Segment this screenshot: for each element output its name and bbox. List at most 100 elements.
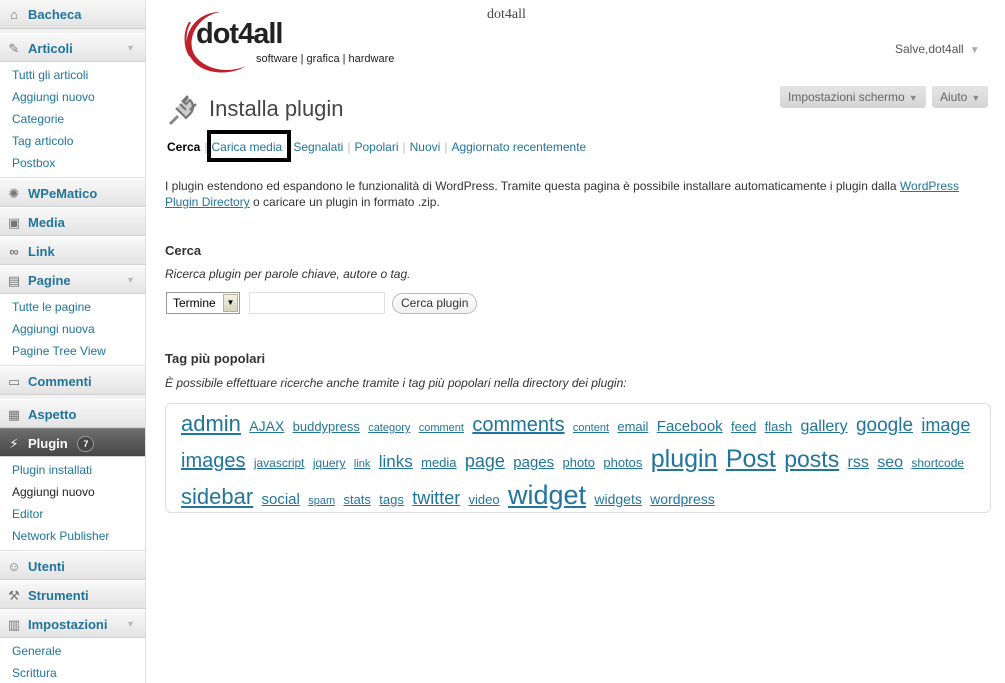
menu-appearance[interactable]: ▦ Aspetto <box>0 399 145 428</box>
highlight-box <box>207 130 291 162</box>
submenu-add-page[interactable]: Aggiungi nuova <box>0 318 145 340</box>
subnav-popular[interactable]: Popolari <box>354 140 398 154</box>
tag-link-seo[interactable]: seo <box>877 454 903 471</box>
page-icon: ▤ <box>7 273 21 288</box>
tag-link-photos[interactable]: photos <box>603 455 642 470</box>
tag-link-posts[interactable]: posts <box>784 446 839 472</box>
tag-link-javascript[interactable]: javascript <box>254 456 305 470</box>
submenu-writing[interactable]: Scrittura <box>0 662 145 683</box>
search-section-desc: Ricerca plugin per parole chiave, autore… <box>165 267 411 281</box>
menu-users[interactable]: ☺ Utenti <box>0 551 145 580</box>
screen-options-button[interactable]: Impostazioni schermo ▼ <box>780 86 926 108</box>
submenu-network-publisher[interactable]: Network Publisher <box>0 525 145 547</box>
search-input[interactable] <box>249 292 385 314</box>
submenu-all-pages[interactable]: Tutte le pagine <box>0 296 145 318</box>
popular-tags-title: Tag più popolari <box>165 351 266 366</box>
subnav-featured[interactable]: Segnalati <box>293 140 343 154</box>
subnav-search-current[interactable]: Cerca <box>167 140 200 154</box>
tag-link-jquery[interactable]: jquery <box>313 456 346 470</box>
submenu-plugin-editor[interactable]: Editor <box>0 503 145 525</box>
tag-link-comment[interactable]: comment <box>419 422 464 434</box>
menu-pages[interactable]: ▤ Pagine ▼ <box>0 265 145 294</box>
submenu-postbox[interactable]: Postbox <box>0 152 145 174</box>
search-type-select[interactable]: Termine ▼ <box>166 292 240 314</box>
tag-link-images[interactable]: images <box>181 450 245 472</box>
tag-link-widgets[interactable]: widgets <box>594 491 641 507</box>
tag-link-post[interactable]: Post <box>726 445 776 473</box>
menu-posts[interactable]: ✎ Articoli ▼ <box>0 33 145 62</box>
tag-link-tags[interactable]: tags <box>379 492 404 507</box>
help-button[interactable]: Aiuto ▼ <box>932 86 989 108</box>
tag-link-pages[interactable]: pages <box>513 454 554 471</box>
site-title: dot4all <box>487 7 526 22</box>
menu-wpematico[interactable]: ✺ WPeMatico <box>0 178 145 207</box>
submenu-post-tags[interactable]: Tag articolo <box>0 130 145 152</box>
search-plugins-button[interactable]: Cerca plugin <box>392 293 478 314</box>
subnav-new[interactable]: Nuovi <box>410 140 441 154</box>
settings-icon: ▥ <box>7 617 21 632</box>
site-logo[interactable]: dot4all software | grafica | hardware <box>182 8 402 78</box>
menu-comments[interactable]: ▭ Commenti <box>0 366 145 395</box>
tag-link-links[interactable]: links <box>379 452 413 471</box>
tag-link-image[interactable]: image <box>921 415 970 435</box>
tag-link-admin[interactable]: admin <box>181 411 241 436</box>
logo-text: dot4all <box>196 18 283 50</box>
separator: | <box>347 140 351 154</box>
tag-link-media[interactable]: media <box>421 455 456 470</box>
tag-link-email[interactable]: email <box>617 419 648 434</box>
menu-label: Aspetto <box>28 407 77 422</box>
menu-links[interactable]: ∞ Link <box>0 236 145 265</box>
tag-link-wordpress[interactable]: wordpress <box>650 491 715 507</box>
tag-link-rss[interactable]: rss <box>848 454 869 471</box>
tag-link-google[interactable]: google <box>856 415 913 436</box>
tag-link-social[interactable]: social <box>262 491 300 508</box>
collapse-arrow-icon[interactable]: ▼ <box>126 610 135 639</box>
menu-tools[interactable]: ⚒ Strumenti <box>0 580 145 609</box>
submenu-pages-tree-view[interactable]: Pagine Tree View <box>0 340 145 362</box>
tag-link-page[interactable]: page <box>465 451 505 471</box>
tag-link-flash[interactable]: flash <box>765 419 792 434</box>
search-type-value: Termine <box>173 296 216 310</box>
tag-link-widget[interactable]: widget <box>508 480 586 510</box>
tag-link-comments[interactable]: comments <box>472 414 564 436</box>
submenu-general[interactable]: Generale <box>0 640 145 662</box>
menu-label: Link <box>28 244 55 259</box>
collapse-arrow-icon[interactable]: ▼ <box>126 266 135 295</box>
submenu-installed-plugins[interactable]: Plugin installati <box>0 459 145 481</box>
tag-link-ajax[interactable]: AJAX <box>249 418 284 434</box>
tag-link-sidebar[interactable]: sidebar <box>181 484 253 509</box>
menu-label: Pagine <box>28 273 71 288</box>
pages-submenu: Tutte le pagine Aggiungi nuova Pagine Tr… <box>0 294 145 366</box>
tag-link-buddypress[interactable]: buddypress <box>293 419 360 434</box>
tag-link-spam[interactable]: spam <box>308 495 335 507</box>
howdy-user-menu[interactable]: Salve,dot4all ▼ <box>895 42 980 56</box>
menu-plugins[interactable]: ⚡ Plugin 7 <box>0 428 145 457</box>
tag-link-shortcode[interactable]: shortcode <box>911 456 964 470</box>
link-icon: ∞ <box>9 244 19 259</box>
tag-link-plugin[interactable]: plugin <box>651 445 718 473</box>
tag-link-category[interactable]: category <box>368 422 410 434</box>
submenu-add-plugin[interactable]: Aggiungi nuovo <box>0 481 145 503</box>
media-icon: ▣ <box>7 215 21 230</box>
menu-dashboard[interactable]: ⌂ Bacheca <box>0 0 145 29</box>
tag-link-feed[interactable]: feed <box>731 419 756 434</box>
submenu-all-posts[interactable]: Tutti gli articoli <box>0 64 145 86</box>
menu-settings[interactable]: ▥ Impostazioni ▼ <box>0 609 145 638</box>
tag-link-facebook[interactable]: Facebook <box>657 418 723 435</box>
subnav-recently-updated[interactable]: Aggiornato recentemente <box>451 140 586 154</box>
tag-link-video[interactable]: video <box>469 492 500 507</box>
submenu-categories[interactable]: Categorie <box>0 108 145 130</box>
tag-link-content[interactable]: content <box>573 422 609 434</box>
tag-link-gallery[interactable]: gallery <box>800 418 847 435</box>
collapse-arrow-icon[interactable]: ▼ <box>126 34 135 63</box>
tag-link-photo[interactable]: photo <box>562 455 595 470</box>
submenu-add-post[interactable]: Aggiungi nuovo <box>0 86 145 108</box>
tag-link-twitter[interactable]: twitter <box>412 488 460 508</box>
tag-link-link[interactable]: link <box>354 458 371 470</box>
posts-submenu: Tutti gli articoli Aggiungi nuovo Catego… <box>0 62 145 178</box>
menu-media[interactable]: ▣ Media <box>0 207 145 236</box>
help-label: Aiuto <box>940 90 968 104</box>
menu-label: Strumenti <box>28 588 89 603</box>
menu-label: Bacheca <box>28 7 82 22</box>
tag-link-stats[interactable]: stats <box>343 492 370 507</box>
